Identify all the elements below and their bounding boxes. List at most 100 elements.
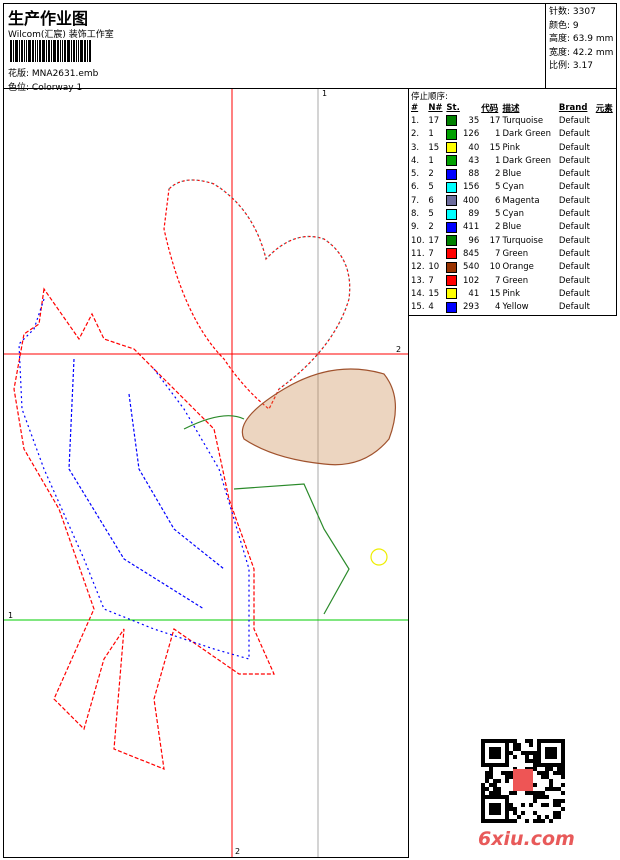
color-swatch <box>445 234 459 247</box>
company-name: Wilcom(汇宸) 装饰工作室 <box>8 30 114 40</box>
table-row: 12. 10 540 10 Orange Default <box>410 261 616 274</box>
description: Yellow <box>502 302 529 313</box>
code: 17 <box>489 115 501 126</box>
code: 1 <box>495 155 501 166</box>
needle: 6 <box>428 195 434 206</box>
description: Green <box>502 275 529 286</box>
axis-marker-h2: 2 <box>396 345 402 354</box>
barcode <box>10 40 124 62</box>
code: 15 <box>489 142 501 153</box>
column-header: 描述 <box>502 103 520 114</box>
design-canvas: 1 2 1 2 <box>3 88 409 858</box>
description: Green <box>502 248 529 259</box>
row-number: 2. <box>411 129 420 140</box>
stitches: 96 <box>468 235 480 246</box>
table-row: 10. 17 96 17 Turquoise Default <box>410 234 616 247</box>
needle: 7 <box>428 275 434 286</box>
description: Cyan <box>502 209 524 220</box>
description: Blue <box>502 169 522 180</box>
qr-code <box>481 739 565 823</box>
table-row: 5. 2 88 2 Blue Default <box>410 167 616 180</box>
table-row: 6. 5 156 5 Cyan Default <box>410 181 616 194</box>
needle: 4 <box>428 302 434 313</box>
needle: 5 <box>428 182 434 193</box>
description: Turquoise <box>502 115 544 126</box>
column-header: 元素 <box>595 103 613 114</box>
row-number: 1. <box>411 115 420 126</box>
axis-marker-h1: 1 <box>8 611 14 620</box>
row-number: 12. <box>411 262 425 273</box>
needle: 5 <box>428 209 434 220</box>
header: 生产作业图 Wilcom(汇宸) 装饰工作室 花版: MNA2631.emb 色… <box>3 3 617 93</box>
row-number: 3. <box>411 142 420 153</box>
brand: Default <box>558 248 590 259</box>
stitches: 400 <box>463 195 480 206</box>
description: Pink <box>502 142 521 153</box>
needle: 10 <box>428 262 440 273</box>
brand: Default <box>558 262 590 273</box>
stitches: 540 <box>463 262 480 273</box>
stitches: 89 <box>468 209 480 220</box>
column-header: 代码 <box>481 103 499 114</box>
code: 7 <box>495 275 501 286</box>
stat-stitches: 针数: 3307 <box>549 7 596 17</box>
brand: Default <box>558 182 590 193</box>
row-number: 14. <box>411 288 425 299</box>
needle: 1 <box>428 129 434 140</box>
code: 7 <box>495 248 501 259</box>
stitches: 41 <box>468 288 480 299</box>
stop-sequence-panel: 停止顺序: # N# St. 代码 描述 Brand 元素 1. 17 35 17 Turquois… <box>408 88 617 316</box>
column-header: St. <box>446 102 460 113</box>
needle: 2 <box>428 169 434 180</box>
stitches: 845 <box>463 248 480 259</box>
description: Pink <box>502 288 521 299</box>
table-row: 4. 1 43 1 Dark Green Default <box>410 154 616 167</box>
stitches: 126 <box>463 129 480 140</box>
row-number: 11. <box>411 248 425 259</box>
brand: Default <box>558 209 590 220</box>
description: Turquoise <box>502 235 544 246</box>
row-number: 8. <box>411 209 420 220</box>
brand: Default <box>558 129 590 140</box>
row-number: 5. <box>411 169 420 180</box>
color-swatch <box>445 247 459 260</box>
code: 2 <box>495 222 501 233</box>
watermark: 6xiu.com <box>478 828 575 850</box>
description: Blue <box>502 222 522 233</box>
color-swatch <box>445 207 459 220</box>
table-row: 11. 7 845 7 Green Default <box>410 247 616 260</box>
table-row: 1. 17 35 17 Turquoise Default <box>410 114 616 127</box>
needle: 17 <box>428 235 440 246</box>
color-swatch <box>445 221 459 234</box>
color-swatch <box>445 141 459 154</box>
code: 17 <box>489 235 501 246</box>
table-row: 9. 2 411 2 Blue Default <box>410 221 616 234</box>
table-row: 14. 15 41 15 Pink Default <box>410 287 616 300</box>
table-row: 13. 7 102 7 Green Default <box>410 274 616 287</box>
code: 5 <box>495 209 501 220</box>
brand: Default <box>558 288 590 299</box>
brand: Default <box>558 115 590 126</box>
row-number: 7. <box>411 195 420 206</box>
color-swatch <box>445 300 459 313</box>
table-row: 8. 5 89 5 Cyan Default <box>410 207 616 220</box>
table-row: 2. 1 126 1 Dark Green Default <box>410 128 616 141</box>
color-swatch <box>445 167 459 180</box>
row-number: 6. <box>411 182 420 193</box>
production-worksheet: 生产作业图 Wilcom(汇宸) 装饰工作室 花版: MNA2631.emb 色… <box>0 0 620 860</box>
column-header: N# <box>428 102 443 113</box>
stitches: 43 <box>468 155 480 166</box>
stat-scale: 比例: 3.17 <box>549 61 593 71</box>
stitches: 156 <box>463 182 480 193</box>
brand: Default <box>558 222 590 233</box>
row-number: 4. <box>411 155 420 166</box>
stitches: 293 <box>463 302 480 313</box>
stat-height: 高度: 63.9 mm <box>549 34 614 44</box>
description: Cyan <box>502 182 524 193</box>
stitches: 40 <box>468 142 480 153</box>
row-number: 15. <box>411 302 425 313</box>
embroidery-preview <box>4 89 408 857</box>
needle: 15 <box>428 288 440 299</box>
brand: Default <box>558 155 590 166</box>
code: 10 <box>489 262 501 273</box>
